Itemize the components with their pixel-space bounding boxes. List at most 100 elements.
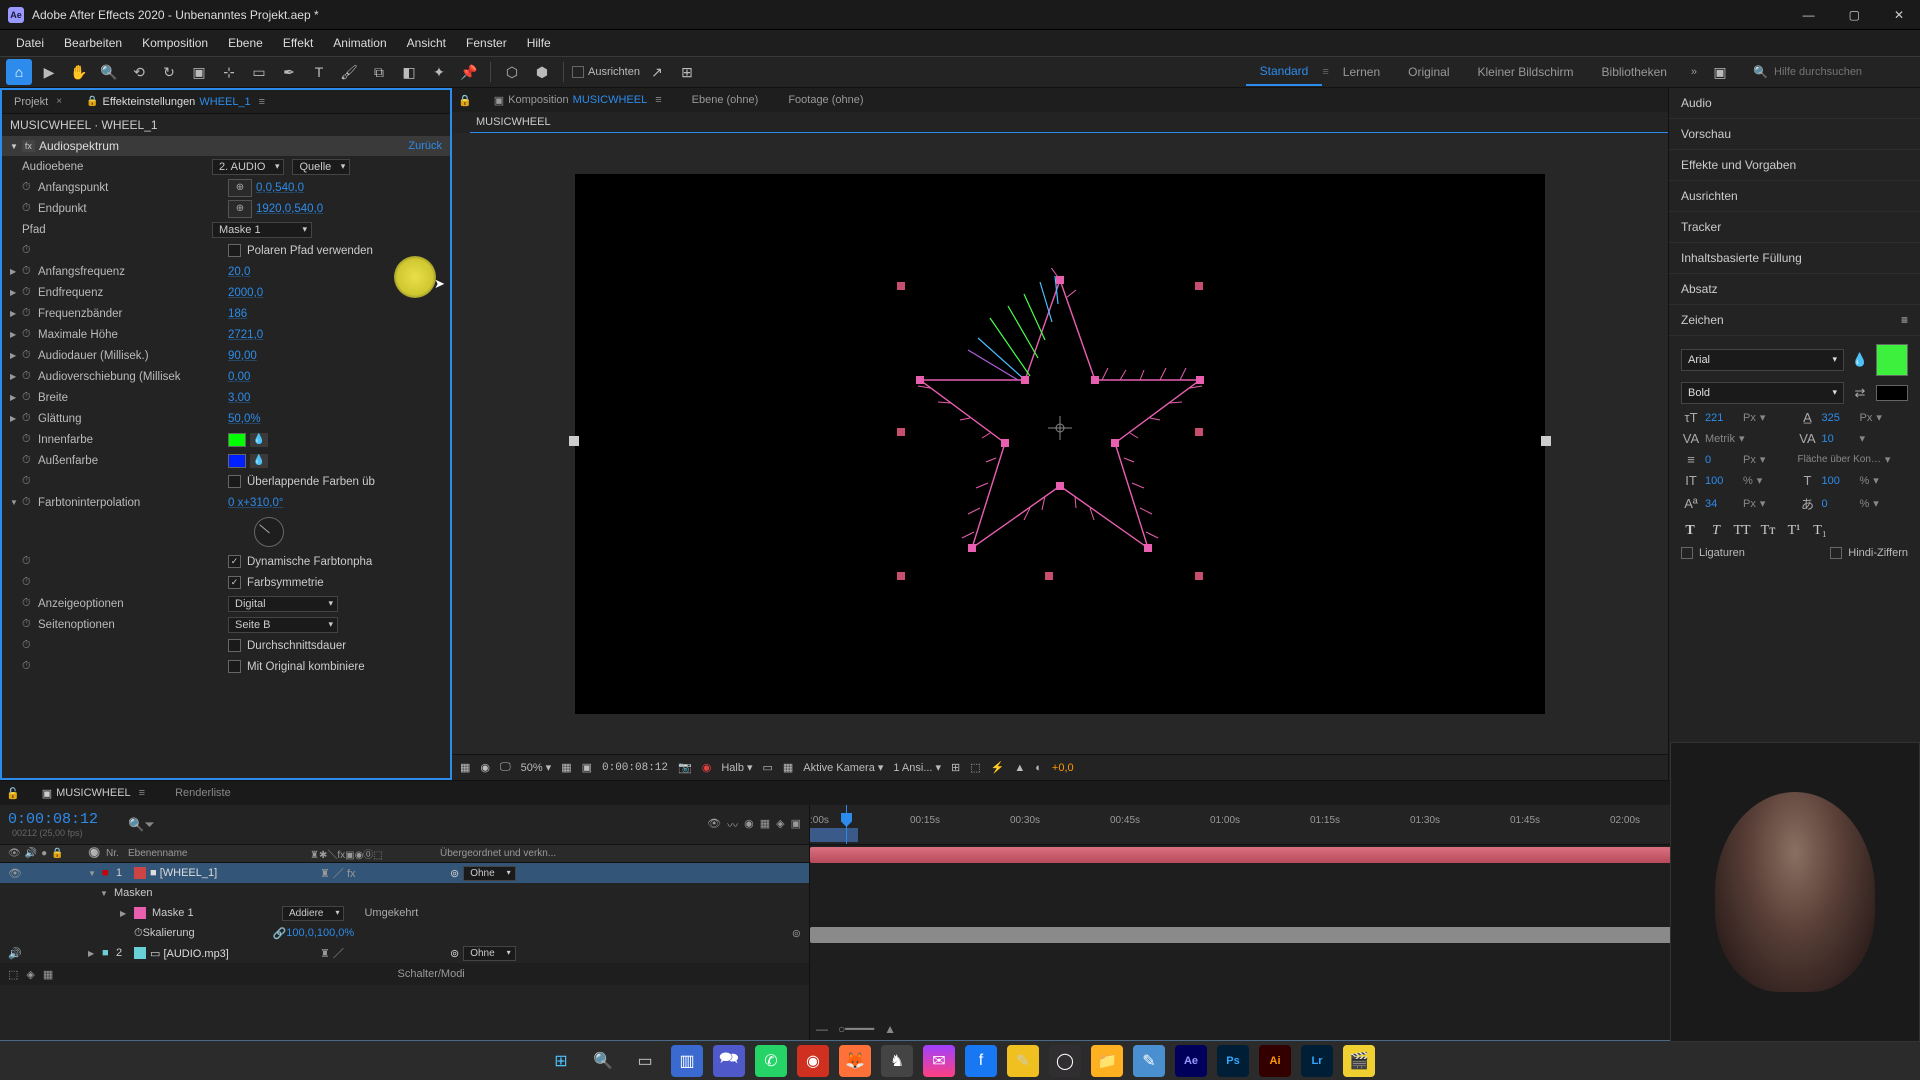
zoom-in-icon[interactable]: ▲ xyxy=(884,1022,896,1036)
folder-icon[interactable]: 📁 xyxy=(1091,1045,1123,1077)
tab-komposition[interactable]: ▣ Komposition MUSICWHEEL ≡ xyxy=(486,90,670,111)
layer-switches[interactable]: ♜ ／ xyxy=(320,945,450,961)
scale-row[interactable]: ⏱Skalierung🔗100,0,100,0%⊚ xyxy=(0,923,809,943)
snap-grid-icon[interactable]: ⊞ xyxy=(674,59,700,85)
shy-icon[interactable]: 👁 xyxy=(707,817,721,833)
tab-footage[interactable]: Footage (ohne) xyxy=(780,90,871,110)
layer-handle[interactable] xyxy=(569,436,579,446)
dur-value[interactable]: 90,00 xyxy=(228,350,257,362)
menu-effekt[interactable]: Effekt xyxy=(273,32,323,54)
mask-mode-dropdown[interactable]: Addiere xyxy=(282,906,344,921)
res-dropdown[interactable]: Halb ▾ xyxy=(721,761,752,774)
stopwatch-icon[interactable]: ⏱ xyxy=(134,927,143,940)
selection-handle[interactable] xyxy=(1045,572,1053,580)
frame-blend-icon[interactable]: ▦ xyxy=(760,817,770,833)
font-dropdown[interactable]: Arial xyxy=(1681,349,1844,371)
res-icon[interactable]: 🖵 xyxy=(500,761,511,774)
stopwatch-icon[interactable]: ⏱ xyxy=(22,555,38,569)
overlap-checkbox[interactable] xyxy=(228,475,241,488)
dynphase-checkbox[interactable] xyxy=(228,555,241,568)
3d-icon[interactable]: ◈ xyxy=(776,817,784,833)
toggle-icon[interactable]: ▦ xyxy=(43,968,53,981)
stroke-color-swatch[interactable] xyxy=(1876,385,1908,401)
workspace-lernen[interactable]: Lernen xyxy=(1329,59,1394,85)
hue-value[interactable]: 0 x+310,0° xyxy=(228,497,283,509)
subscript-button[interactable]: T₁ xyxy=(1811,523,1829,539)
layer-switches[interactable]: ♜ ／ fx xyxy=(320,865,450,881)
maxh-value[interactable]: 2721,0 xyxy=(228,329,263,341)
obs-icon[interactable]: ◯ xyxy=(1049,1045,1081,1077)
stopwatch-icon[interactable]: ⏱ xyxy=(22,286,38,300)
teams-icon[interactable]: 🗪 xyxy=(713,1045,745,1077)
transparency-icon[interactable]: ▦ xyxy=(783,761,793,774)
whatsapp-icon[interactable]: ✆ xyxy=(755,1045,787,1077)
exposure-icon[interactable]: ◐ xyxy=(1035,762,1042,774)
avg-checkbox[interactable] xyxy=(228,639,241,652)
selection-handle[interactable] xyxy=(1195,282,1203,290)
firefox-icon[interactable]: 🦊 xyxy=(839,1045,871,1077)
path-dropdown[interactable]: Maske 1 xyxy=(212,222,312,238)
comp-breadcrumb[interactable]: MUSICWHEEL xyxy=(470,112,1668,133)
anchor-tool-icon[interactable]: ⊹ xyxy=(216,59,242,85)
stroke-value[interactable]: 0 xyxy=(1705,454,1739,466)
expand-icon[interactable]: ▼ xyxy=(88,869,102,878)
ligatures-checkbox[interactable] xyxy=(1681,547,1693,559)
stopwatch-icon[interactable]: ⏱ xyxy=(22,660,38,674)
app-icon[interactable]: ◉ xyxy=(797,1045,829,1077)
text-tool-icon[interactable]: T xyxy=(306,59,332,85)
brush-tool-icon[interactable]: 🖌 xyxy=(336,59,362,85)
text-color-swatch[interactable] xyxy=(1876,344,1908,376)
pickwhip-icon[interactable]: ⊚ xyxy=(450,947,459,960)
fast-icon[interactable]: ⚡ xyxy=(991,761,1005,774)
polar-checkbox[interactable] xyxy=(228,244,241,257)
tab-effekteinstellungen[interactable]: 🔒 Effekteinstellungen WHEEL_1 ≡ xyxy=(74,92,277,112)
rotate-tool-icon[interactable]: ↻ xyxy=(156,59,182,85)
panel-vorschau[interactable]: Vorschau xyxy=(1669,119,1920,150)
layer-name[interactable]: ■ [WHEEL_1] xyxy=(150,867,320,879)
layer-name[interactable]: ▭ [AUDIO.mp3] xyxy=(150,947,320,960)
stopwatch-icon[interactable]: ⏱ xyxy=(22,576,38,590)
bands-value[interactable]: 186 xyxy=(228,308,247,320)
exposure-value[interactable]: +0,0 xyxy=(1052,762,1074,774)
tracking-value[interactable]: 10 xyxy=(1822,433,1856,445)
effect-header[interactable]: ▼fx Audiospektrum Zurück xyxy=(2,136,450,156)
masks-group[interactable]: ▼Masken xyxy=(0,883,809,903)
illustrator-icon[interactable]: Ai xyxy=(1259,1045,1291,1077)
workspace-bibliothek[interactable]: Bibliotheken xyxy=(1588,59,1681,85)
app-icon[interactable]: ♞ xyxy=(881,1045,913,1077)
mask-icon[interactable]: ▣ xyxy=(582,761,592,774)
grid-icon[interactable]: ▦ xyxy=(561,761,571,774)
toggle-icon[interactable]: ⬚ xyxy=(8,968,18,981)
zoom-dropdown[interactable]: 50% ▾ xyxy=(521,761,552,774)
weight-dropdown[interactable]: Bold xyxy=(1681,382,1844,404)
fontsize-value[interactable]: 221 xyxy=(1705,412,1739,424)
mask-row[interactable]: ▶Maske 1AddiereUmgekehrt xyxy=(0,903,809,923)
footer-label[interactable]: Schalter/Modi xyxy=(398,968,465,980)
parent-dropdown[interactable]: Ohne xyxy=(463,866,515,881)
stopwatch-icon[interactable]: ⏱ xyxy=(22,391,38,405)
selection-handle[interactable] xyxy=(1195,428,1203,436)
stopwatch-icon[interactable]: ⏱ xyxy=(22,454,38,468)
angle-dial[interactable] xyxy=(254,517,284,547)
eye-icon[interactable]: 👁 xyxy=(8,848,21,859)
startfreq-value[interactable]: 20,0 xyxy=(228,266,250,278)
timeline-search-icon[interactable]: 🔍⏷ xyxy=(128,817,155,833)
panel-zeichen[interactable]: Zeichen≡ xyxy=(1669,305,1920,336)
app-icon[interactable]: ✎ xyxy=(1133,1045,1165,1077)
expression-icon[interactable]: ⊚ xyxy=(792,927,801,940)
disp-dropdown[interactable]: Digital xyxy=(228,596,338,612)
home-icon[interactable]: ⌂ xyxy=(6,59,32,85)
facebook-icon[interactable]: f xyxy=(965,1045,997,1077)
selection-handle[interactable] xyxy=(1195,572,1203,580)
stopwatch-icon[interactable]: ⏱ xyxy=(22,328,38,342)
composition-canvas[interactable] xyxy=(575,174,1545,714)
zoom-slider[interactable]: ○━━━━ xyxy=(838,1022,874,1036)
puppet-tool-icon[interactable]: 📌 xyxy=(456,59,482,85)
playhead[interactable] xyxy=(846,805,847,844)
zoom-tool-icon[interactable]: 🔍 xyxy=(96,59,122,85)
stopwatch-icon[interactable]: ⏱ xyxy=(22,181,38,195)
speaker-icon[interactable]: 🔊 xyxy=(8,947,22,960)
target-icon[interactable]: ⊕ xyxy=(228,200,252,218)
camera-tool-icon[interactable]: ▣ xyxy=(186,59,212,85)
italic-button[interactable]: T xyxy=(1707,523,1725,539)
